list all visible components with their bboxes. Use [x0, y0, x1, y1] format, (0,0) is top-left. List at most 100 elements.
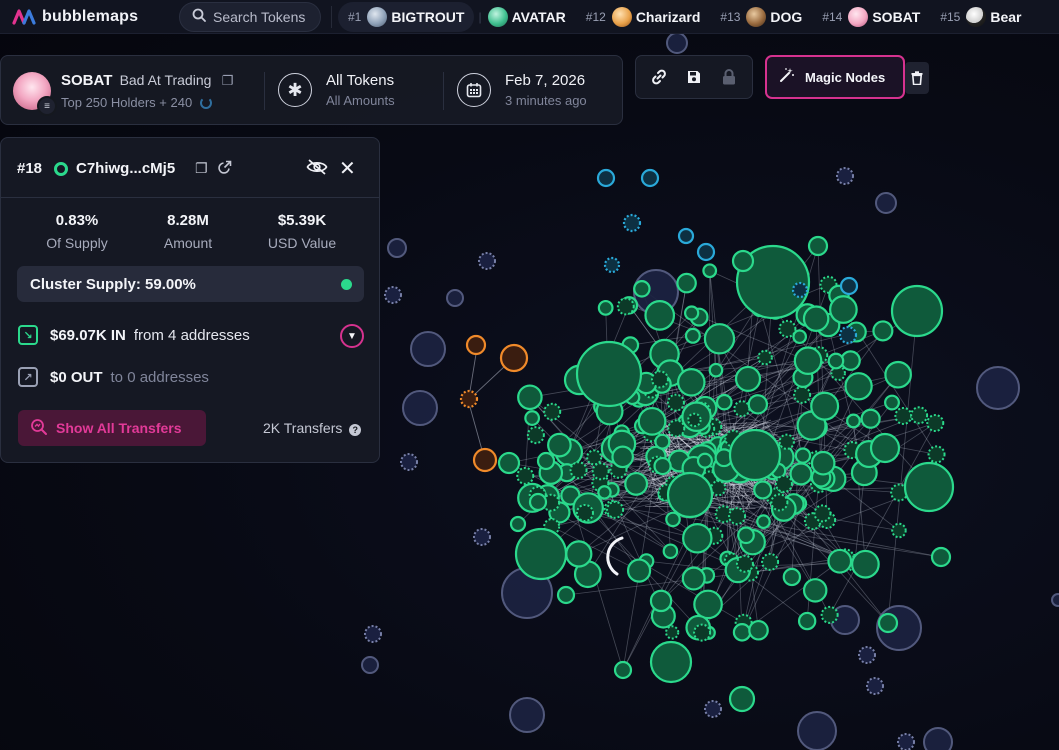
holder-bubble[interactable] [446, 289, 464, 307]
magic-nodes-button[interactable]: Magic Nodes [765, 55, 905, 99]
holder-bubble[interactable] [364, 625, 382, 643]
holder-bubble[interactable] [624, 471, 649, 496]
holder-bubble[interactable] [517, 384, 543, 411]
asterisk-icon[interactable]: ✱ [278, 73, 312, 107]
ticker-sobat[interactable]: #14 SOBAT [812, 2, 930, 32]
holder-bubble[interactable] [410, 331, 446, 367]
holder-bubble[interactable] [687, 412, 702, 428]
holder-bubble[interactable] [884, 360, 912, 389]
holder-bubble[interactable] [626, 558, 652, 583]
holder-bubble[interactable] [810, 391, 840, 421]
link-icon[interactable] [645, 63, 673, 91]
holder-bubble[interactable] [653, 456, 672, 476]
holder-bubble[interactable] [606, 500, 625, 519]
holder-bubble[interactable] [903, 461, 955, 513]
holder-bubble[interactable] [640, 168, 660, 188]
holder-bubble[interactable] [472, 447, 498, 473]
holder-bubble[interactable] [926, 414, 945, 433]
holder-bubble[interactable] [735, 554, 754, 573]
holder-bubble[interactable] [728, 507, 747, 526]
holder-bubble[interactable] [644, 300, 676, 331]
holder-bubble[interactable] [665, 625, 680, 640]
holder-bubble[interactable] [649, 640, 693, 684]
ticker-avatar[interactable]: | AVATAR [474, 2, 575, 32]
holder-bubble[interactable] [591, 462, 610, 481]
help-icon[interactable]: ? [349, 424, 362, 436]
holder-bubble[interactable] [514, 527, 568, 581]
holder-bubble[interactable] [747, 394, 769, 415]
holder-bubble[interactable] [702, 263, 718, 279]
holder-bubble[interactable] [387, 238, 407, 258]
holder-bubble[interactable] [676, 272, 697, 294]
holder-bubble[interactable] [793, 346, 823, 376]
holder-bubble[interactable] [860, 408, 881, 429]
holder-bubble[interactable] [650, 370, 669, 389]
holder-bubble[interactable] [810, 450, 836, 476]
holder-bubble[interactable] [666, 393, 685, 412]
holder-bubble[interactable] [684, 327, 701, 344]
ticker-dog[interactable]: #13 DOG [710, 2, 812, 32]
holder-bubble[interactable] [465, 334, 487, 356]
holder-bubble[interactable] [827, 548, 853, 574]
holder-bubble[interactable] [622, 213, 642, 233]
external-link-icon[interactable] [217, 160, 232, 178]
ticker-charizard[interactable]: #12 Charizard [576, 2, 711, 32]
holder-bubble[interactable] [737, 526, 755, 545]
holder-bubble[interactable] [684, 305, 700, 321]
holder-bubble[interactable] [704, 700, 722, 718]
holder-bubble[interactable] [782, 567, 802, 587]
holder-bubble[interactable] [384, 286, 402, 304]
holder-bubble[interactable] [731, 249, 755, 273]
holder-bubble[interactable] [708, 362, 724, 378]
holder-bubble[interactable] [565, 540, 593, 568]
holder-bubble[interactable] [524, 410, 541, 426]
holder-bubble[interactable] [791, 281, 809, 299]
holder-bubble[interactable] [637, 406, 667, 436]
holder-bubble[interactable] [884, 394, 900, 411]
holder-bubble[interactable] [923, 727, 953, 750]
holder-bubble[interactable] [597, 299, 614, 316]
holder-bubble[interactable] [846, 413, 861, 429]
holder-bubble[interactable] [681, 566, 706, 591]
holder-bubble[interactable] [797, 711, 837, 750]
holder-bubble[interactable] [693, 623, 712, 642]
search-tokens-button[interactable]: Search Tokens [179, 1, 321, 32]
holder-bubble[interactable] [1051, 593, 1059, 607]
cluster-supply[interactable]: Cluster Supply: 59.00% [17, 266, 364, 302]
holder-bubble[interactable] [613, 660, 633, 680]
holder-bubble[interactable] [677, 368, 706, 397]
holder-bubble[interactable] [910, 406, 929, 425]
copy-icon[interactable]: ❐ [195, 160, 208, 177]
holder-bubble[interactable] [575, 340, 643, 408]
save-icon[interactable] [680, 63, 708, 91]
holder-bubble[interactable] [509, 697, 545, 733]
holder-bubble[interactable] [516, 466, 535, 485]
holder-bubble[interactable] [891, 522, 907, 539]
holder-bubble[interactable] [497, 451, 521, 475]
holder-bubble[interactable] [543, 402, 562, 421]
holder-bubble[interactable] [400, 453, 418, 471]
holder-bubble[interactable] [666, 471, 714, 519]
holder-bubble[interactable] [526, 426, 545, 445]
close-icon[interactable]: ✕ [339, 156, 356, 181]
show-all-transfers-button[interactable]: Show All Transfers [18, 410, 206, 446]
holder-bubble[interactable] [807, 235, 829, 257]
holder-bubble[interactable] [361, 656, 379, 674]
holder-bubble[interactable] [654, 433, 671, 450]
holder-bubble[interactable] [802, 578, 828, 603]
holder-bubble[interactable] [757, 349, 773, 366]
holder-bubble[interactable] [875, 192, 897, 214]
holder-bubble[interactable] [844, 372, 873, 401]
holder-bubble[interactable] [473, 528, 491, 546]
holder-bubble[interactable] [459, 389, 479, 409]
holder-bubble[interactable] [728, 685, 756, 713]
token-avatar[interactable]: ≡ [13, 72, 57, 116]
holder-bubble[interactable] [839, 276, 859, 296]
chevron-down-icon[interactable]: ▼ [340, 324, 364, 348]
holder-bubble[interactable] [851, 549, 880, 579]
holder-bubble[interactable] [478, 252, 496, 270]
holder-bubble[interactable] [703, 323, 736, 355]
token-filter[interactable]: All Tokens [326, 72, 394, 89]
logo[interactable]: bubblemaps [12, 8, 162, 26]
ticker-bigtrout[interactable]: #1 BIGTROUT [338, 1, 475, 32]
